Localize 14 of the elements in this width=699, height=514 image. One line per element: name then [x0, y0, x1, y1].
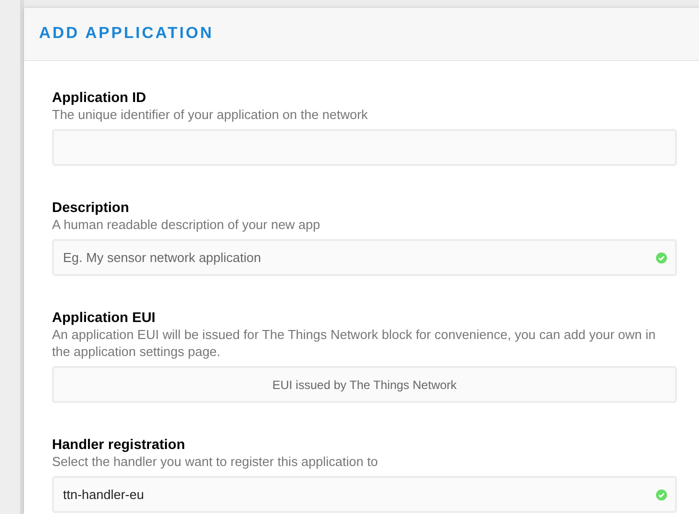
input-field[interactable]: EUI issued by The Things Network — [52, 366, 677, 403]
field-description: The unique identifier of your application on the network — [52, 106, 369, 123]
field-label: Description — [52, 198, 130, 216]
field-description: A human readable description of your new app — [52, 216, 322, 233]
check-icon — [656, 252, 667, 263]
card-title: ADD APPLICATION — [39, 24, 214, 44]
field-label: Application EUI — [52, 308, 156, 326]
field-label: Handler registration — [52, 435, 186, 453]
check-icon — [656, 489, 667, 500]
field-description: An application EUI will be issued for The Things Network block for convenience, you can add your own in the application settings page. — [52, 326, 657, 360]
input-field[interactable]: ttn-handler-eu — [52, 476, 677, 513]
field-label: Application ID — [52, 88, 148, 106]
input-field[interactable]: Eg. My sensor network application — [52, 239, 677, 276]
field-description: Select the handler you want to register this application to — [52, 453, 379, 470]
